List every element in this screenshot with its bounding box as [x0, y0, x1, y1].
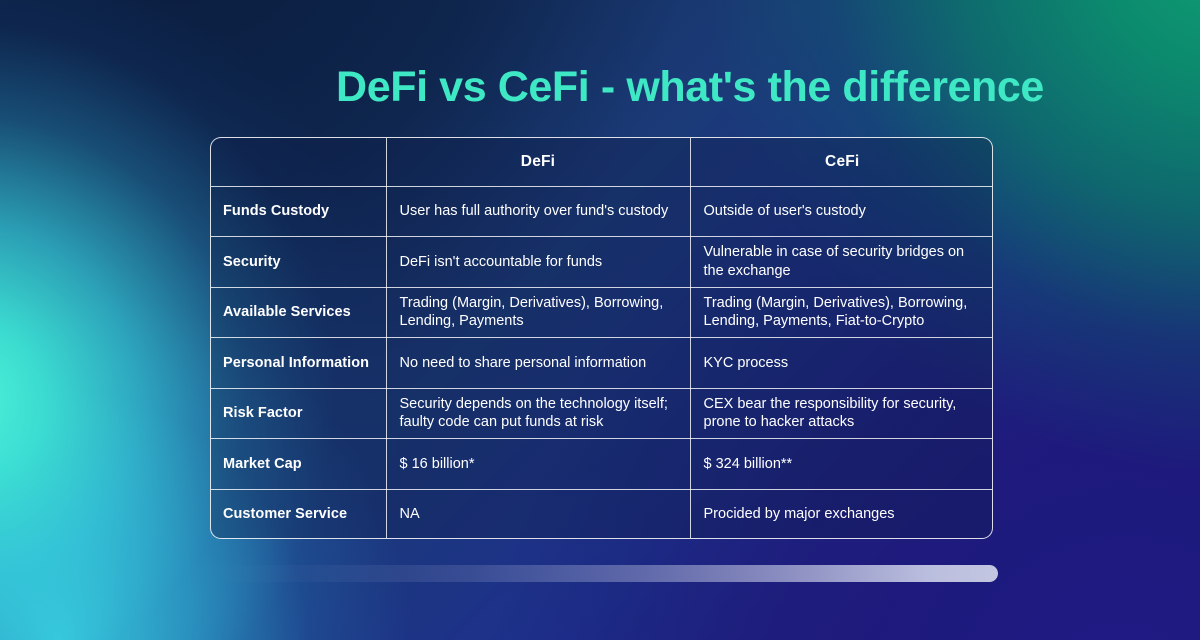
cell-cefi-funds-custody: Outside of user's custody [689, 185, 992, 237]
comparison-table-container: DeFi CeFi Funds Custody User has full au… [210, 137, 993, 539]
row-label-security: Security [211, 236, 387, 288]
cell-cefi-risk-factor: CEX bear the responsibility for security… [689, 387, 992, 439]
cell-defi-funds-custody: User has full authority over fund's cust… [385, 185, 691, 237]
column-header-blank [211, 138, 387, 187]
table-row: Personal Information No need to share pe… [211, 337, 992, 389]
table-header: DeFi CeFi [211, 138, 992, 187]
decorative-progress-bar [200, 565, 998, 582]
row-label-available-services: Available Services [211, 286, 387, 338]
cell-defi-risk-factor: Security depends on the technology itsel… [385, 387, 691, 439]
row-label-personal-information: Personal Information [211, 337, 387, 389]
table-row: Available Services Trading (Margin, Deri… [211, 286, 992, 338]
row-label-market-cap: Market Cap [211, 438, 387, 490]
table-row: Market Cap $ 16 billion* $ 324 billion** [211, 438, 992, 490]
cell-cefi-customer-service: Procided by major exchanges [689, 488, 992, 538]
page-title: DeFi vs CeFi - what's the difference [336, 63, 1044, 111]
cell-defi-personal-information: No need to share personal information [385, 337, 691, 389]
table-row: Funds Custody User has full authority ov… [211, 185, 992, 237]
column-header-defi: DeFi [385, 138, 691, 187]
table-body: Funds Custody User has full authority ov… [211, 185, 992, 538]
table-row: Risk Factor Security depends on the tech… [211, 387, 992, 439]
comparison-table: DeFi CeFi Funds Custody User has full au… [211, 138, 992, 538]
cell-defi-market-cap: $ 16 billion* [385, 438, 691, 490]
table-row: Security DeFi isn't accountable for fund… [211, 236, 992, 288]
table-row: Customer Service NA Procided by major ex… [211, 488, 992, 538]
column-header-cefi: CeFi [689, 138, 992, 187]
cell-cefi-available-services: Trading (Margin, Derivatives), Borrowing… [689, 286, 992, 338]
row-label-risk-factor: Risk Factor [211, 387, 387, 439]
row-label-customer-service: Customer Service [211, 488, 387, 538]
cell-defi-security: DeFi isn't accountable for funds [385, 236, 691, 288]
cell-cefi-personal-information: KYC process [689, 337, 992, 389]
cell-cefi-market-cap: $ 324 billion** [689, 438, 992, 490]
cell-cefi-security: Vulnerable in case of security bridges o… [689, 236, 992, 288]
cell-defi-customer-service: NA [385, 488, 691, 538]
cell-defi-available-services: Trading (Margin, Derivatives), Borrowing… [385, 286, 691, 338]
table-header-row: DeFi CeFi [211, 138, 992, 187]
row-label-funds-custody: Funds Custody [211, 185, 387, 237]
slide-canvas: DeFi vs CeFi - what's the difference DeF… [0, 0, 1200, 640]
